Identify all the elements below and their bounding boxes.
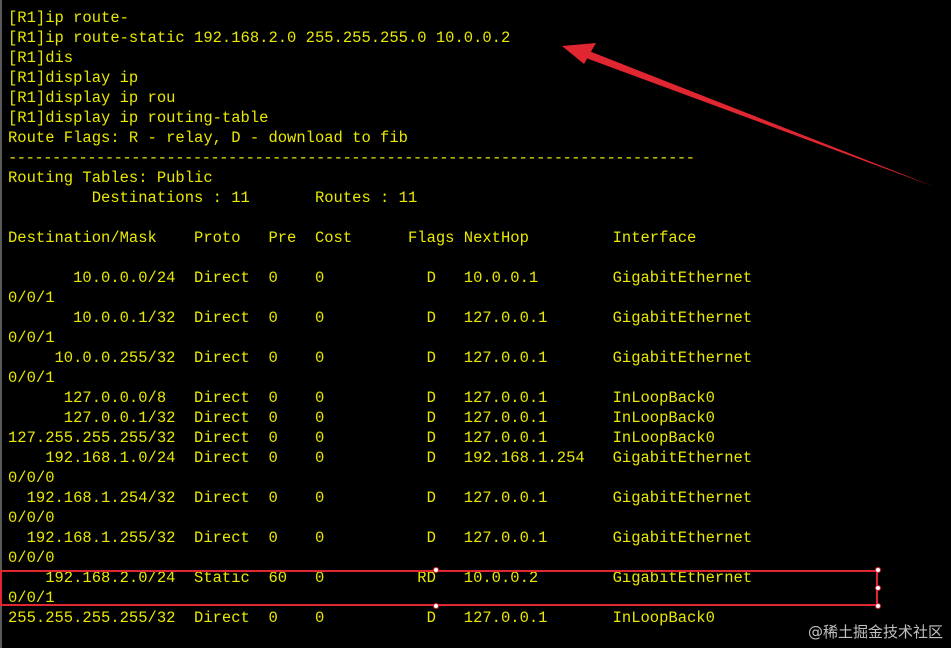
terminal-window[interactable]: [R1]ip route- [R1]ip route-static 192.16…: [0, 0, 951, 648]
annotation-arrow: [562, 43, 935, 187]
watermark: @稀土掘金技术社区: [807, 623, 943, 641]
